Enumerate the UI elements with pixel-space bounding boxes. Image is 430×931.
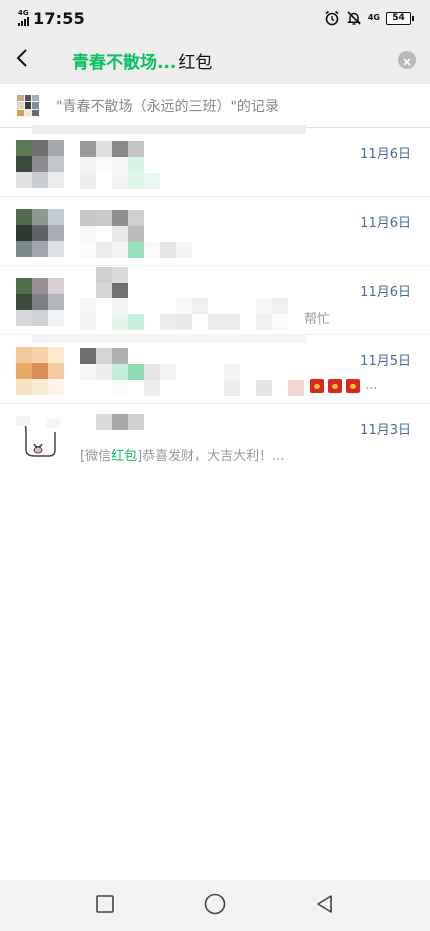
status-bar: 4G 17:55 4G 54 (0, 0, 430, 36)
clear-icon (403, 51, 411, 70)
group-avatar-icon (17, 94, 39, 117)
system-nav-bar (0, 880, 430, 931)
back-arrow-icon (15, 48, 29, 72)
clock: 17:55 (33, 8, 85, 28)
cartoon-avatar-icon (16, 416, 64, 464)
status-left: 4G 17:55 (18, 9, 85, 28)
back-button[interactable] (0, 36, 44, 84)
home-circle-icon (204, 893, 226, 919)
clear-button[interactable] (398, 51, 416, 69)
result-item[interactable]: 帮忙 11月6日 (0, 266, 430, 335)
message-snippet-mosaic (80, 226, 208, 258)
message-snippet-tail: ... (365, 378, 378, 393)
result-item[interactable]: 11月6日 (0, 125, 430, 197)
sender-name-mosaic (96, 267, 128, 299)
result-date: 11月3日 (360, 423, 411, 438)
signal-bars-icon (18, 17, 29, 26)
sender-name-mosaic (80, 210, 144, 226)
battery-level: 54 (392, 13, 405, 23)
home-button[interactable] (203, 893, 227, 919)
red-packet-emojis: ... (310, 378, 377, 393)
message-snippet-mosaic (80, 157, 160, 189)
result-date: 11月5日 (360, 354, 411, 369)
result-item[interactable]: 11月6日 (0, 197, 430, 266)
sender-name-mosaic (96, 414, 144, 430)
avatar (16, 347, 64, 395)
snippet-prefix: [微信 (80, 449, 112, 464)
results-panel: "青春不散场（永远的三班）"的记录 11月6日 11月6日 帮忙 11月6日 .… (0, 84, 430, 880)
avatar (16, 416, 64, 464)
results-list: 11月6日 11月6日 帮忙 11月6日 ... 11月5日 [微信红包]恭喜发… (0, 125, 430, 473)
result-date: 11月6日 (360, 285, 411, 300)
avatar (16, 209, 64, 257)
message-snippet-tail: 帮忙 (304, 312, 331, 327)
search-query[interactable]: 青春不散场... 红包 (72, 48, 212, 73)
battery-icon: 54 (386, 11, 414, 25)
red-packet-icon (346, 378, 360, 393)
screen: { "status_bar": { "network_badge": "4G",… (0, 0, 430, 931)
alarm-icon (324, 10, 340, 26)
avatar (16, 278, 64, 326)
silent-bell-icon (346, 10, 362, 26)
network-badge: 4G (18, 9, 29, 17)
result-item[interactable]: ... 11月5日 (0, 334, 430, 404)
result-date: 11月6日 (360, 216, 411, 231)
scope-row[interactable]: "青春不散场（永远的三班）"的记录 (0, 84, 430, 128)
snippet-highlight: 红包 (111, 449, 138, 464)
search-keyword: 红包 (178, 52, 213, 73)
signal-indicator: 4G (18, 10, 29, 26)
sender-name-mosaic (80, 348, 128, 364)
back-nav-button[interactable] (313, 894, 337, 918)
net-type: 4G (367, 13, 380, 22)
message-snippet-mosaic (80, 364, 304, 396)
recents-button[interactable] (93, 894, 117, 918)
status-right: 4G 54 (324, 10, 414, 26)
red-packet-icon (310, 378, 324, 393)
back-triangle-icon (315, 894, 335, 918)
recents-square-icon (95, 894, 115, 918)
message-snippet: [微信红包]恭喜发财，大吉大利！... (80, 445, 285, 464)
scope-label: "青春不散场（永远的三班）"的记录 (56, 98, 279, 115)
message-snippet-mosaic (80, 298, 304, 330)
search-group-chip: 青春不散场... (72, 52, 177, 73)
search-header: 青春不散场... 红包 (0, 36, 430, 84)
red-packet-icon (328, 378, 342, 393)
sender-name-mosaic (80, 141, 160, 157)
result-item[interactable]: [微信红包]恭喜发财，大吉大利！... 11月3日 (0, 404, 430, 473)
avatar (16, 140, 64, 188)
result-date: 11月6日 (360, 147, 411, 162)
snippet-suffix: ]恭喜发财，大吉大利！... (137, 449, 285, 464)
